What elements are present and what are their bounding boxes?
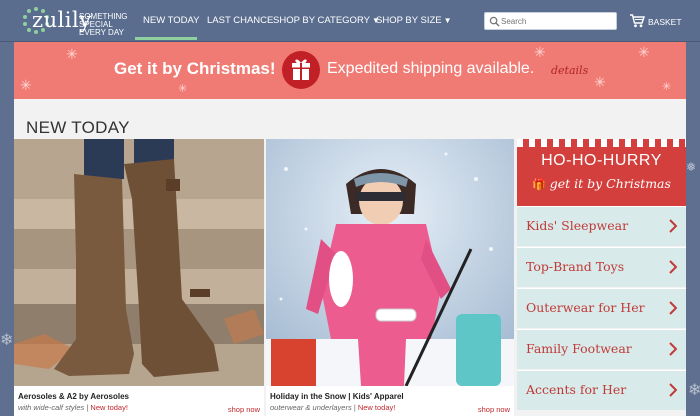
logo-tagline: SOMETHING SPECIAL EVERY DAY	[79, 13, 129, 37]
zulily-logo[interactable]: zulily SOMETHING SPECIAL EVERY DAY	[22, 4, 127, 38]
nav-label: NEW TODAY	[143, 15, 200, 26]
snowflake-decoration: ❅	[686, 160, 697, 174]
christmas-shipping-banner[interactable]: ✳ ✳ ✳ ✳ ✳ ✳ ✳ Get it by Christmas! Exped…	[14, 42, 686, 99]
cart-icon	[630, 14, 645, 28]
category-item-accents-for-her[interactable]: Accents for Her	[517, 370, 686, 410]
category-item-kids-sleepwear[interactable]: Kids' Sleepwear	[517, 206, 686, 246]
nav-shop-by-category[interactable]: SHOP BY CATEGORY ▼	[273, 15, 380, 26]
nav-shop-by-size[interactable]: SHOP BY SIZE ▼	[376, 15, 452, 26]
banner-details-link[interactable]: details	[551, 64, 588, 77]
top-header: zulily SOMETHING SPECIAL EVERY DAY NEW T…	[0, 0, 700, 42]
nav-label: LAST CHANCE	[207, 15, 274, 26]
event-card-aerosoles[interactable]: Aerosoles & A2 by Aerosoles with wide-ca…	[14, 139, 264, 416]
event-title: Aerosoles & A2 by Aerosoles	[18, 392, 130, 401]
main-content: NEW TODAY Aerosoles & A2 by Aerosoles wi…	[14, 99, 686, 416]
gift-icon: 🎁	[532, 178, 546, 191]
nav-last-chance[interactable]: LAST CHANCE	[207, 15, 273, 26]
chevron-right-icon	[669, 260, 677, 274]
logo-tagline-line: EVERY DAY	[79, 28, 124, 37]
nav-new-today[interactable]: NEW TODAY	[143, 15, 199, 26]
gift-icon	[282, 51, 320, 89]
event-image-boots	[14, 139, 264, 386]
event-subtitle-text: with wide-calf styles	[18, 403, 85, 412]
chevron-right-icon	[669, 383, 677, 397]
basket-button[interactable]: BASKET	[629, 13, 689, 31]
search-input[interactable]	[501, 14, 613, 28]
search-box	[484, 12, 617, 30]
candy-stripe-border	[517, 139, 686, 147]
chevron-right-icon	[669, 301, 677, 315]
chevron-right-icon	[669, 342, 677, 356]
category-item-family-footwear[interactable]: Family Footwear	[517, 329, 686, 369]
search-icon[interactable]	[489, 16, 500, 27]
category-label: Outerwear for Her	[526, 300, 645, 315]
snowflake-decoration: ✳	[594, 74, 606, 90]
promo-title: HO-HO-HURRY	[541, 152, 662, 169]
new-today-badge: New today!	[90, 403, 128, 412]
event-title: Holiday in the Snow | Kids' Apparel	[270, 392, 404, 401]
event-subtitle-text: outerwear & underlayers	[270, 403, 352, 412]
chevron-down-icon: ▼	[443, 16, 452, 25]
nav-label: SHOP BY SIZE	[376, 15, 442, 26]
snowflake-decoration: ✳	[534, 44, 546, 60]
snowflake-decoration: ✳	[66, 46, 78, 62]
nav-active-indicator	[135, 37, 197, 40]
ho-ho-hurry-promo[interactable]: HO-HO-HURRY 🎁 get it by Christmas	[517, 139, 686, 206]
event-card-holiday-snow[interactable]: Holiday in the Snow | Kids' Apparel oute…	[266, 139, 514, 416]
snowflake-decoration: ❄	[0, 332, 14, 349]
promo-subtitle-text: get it by Christmas	[549, 176, 671, 191]
shop-now-link[interactable]: shop now	[478, 405, 510, 414]
shop-now-link[interactable]: shop now	[228, 405, 260, 414]
snowflake-decoration: ✳	[20, 77, 32, 93]
snowflake-decoration: ✳	[662, 81, 672, 93]
basket-label: BASKET	[648, 17, 682, 27]
snowflake-decoration: ✳	[638, 44, 650, 60]
promo-subtitle: 🎁 get it by Christmas	[517, 176, 686, 191]
event-subtitle: outerwear & underlayers | New today!	[270, 403, 396, 412]
category-label: Family Footwear	[526, 341, 632, 356]
snowflake-decoration: ✳	[178, 83, 188, 95]
banner-subtitle: Expedited shipping available.	[327, 60, 535, 77]
event-image-kids-snow	[266, 139, 514, 386]
event-subtitle: with wide-calf styles | New today!	[18, 403, 128, 412]
category-label: Accents for Her	[526, 382, 627, 397]
category-item-outerwear-for-her[interactable]: Outerwear for Her	[517, 288, 686, 328]
category-item-top-brand-toys[interactable]: Top-Brand Toys	[517, 247, 686, 287]
category-label: Kids' Sleepwear	[526, 218, 629, 233]
nav-label: SHOP BY CATEGORY	[273, 15, 370, 26]
category-label: Top-Brand Toys	[526, 259, 625, 274]
new-today-badge: New today!	[357, 403, 396, 412]
banner-title: Get it by Christmas!	[114, 59, 276, 78]
section-title: NEW TODAY	[26, 118, 130, 137]
snowflake-decoration: ❄	[688, 382, 700, 399]
chevron-right-icon	[669, 219, 677, 233]
